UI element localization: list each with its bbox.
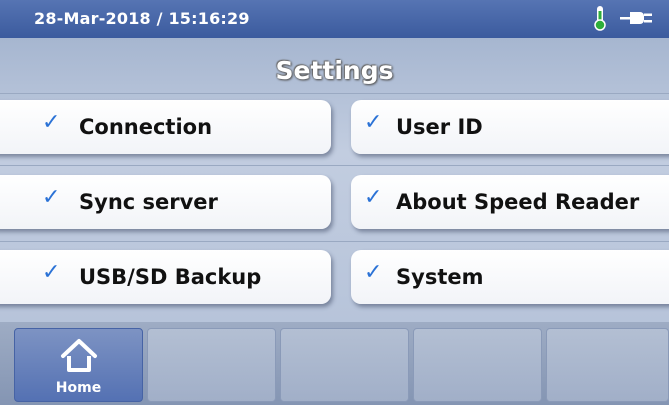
datetime: 28-Mar-2018 / 15:16:29	[34, 9, 250, 28]
check-icon: ✓	[42, 260, 61, 285]
nav-slot-empty	[280, 328, 409, 402]
check-icon: ✓	[364, 260, 383, 285]
user-id-button[interactable]: ✓ User ID	[351, 100, 669, 154]
check-icon: ✓	[42, 110, 61, 135]
usb-sd-backup-label: USB/SD Backup	[79, 265, 262, 289]
user-id-label: User ID	[396, 115, 483, 139]
home-icon	[61, 339, 97, 372]
usb-sd-backup-button[interactable]: ✓ USB/SD Backup	[0, 250, 331, 304]
about-speed-reader-button[interactable]: ✓ About Speed Reader	[351, 175, 669, 229]
check-icon: ✓	[364, 110, 383, 135]
divider	[0, 165, 669, 166]
home-button[interactable]: Home	[14, 328, 143, 402]
connection-button[interactable]: ✓ Connection	[0, 100, 331, 154]
home-label: Home	[55, 380, 102, 396]
check-icon: ✓	[42, 185, 61, 210]
status-bar: 28-Mar-2018 / 15:16:29	[0, 0, 669, 38]
connection-label: Connection	[79, 115, 213, 139]
check-icon: ✓	[364, 185, 383, 210]
sync-server-button[interactable]: ✓ Sync server	[0, 175, 331, 229]
divider	[0, 93, 669, 94]
divider	[0, 241, 669, 242]
thermometer-icon	[594, 6, 606, 31]
page-title: Settings	[275, 56, 394, 85]
system-label: System	[396, 265, 484, 289]
nav-slot-empty	[546, 328, 669, 402]
plug-icon	[620, 12, 652, 24]
sync-server-label: Sync server	[79, 190, 218, 214]
bottom-nav: Home	[0, 322, 669, 405]
nav-slot-empty	[147, 328, 276, 402]
system-button[interactable]: ✓ System	[351, 250, 669, 304]
nav-slot-empty	[413, 328, 542, 402]
about-speed-reader-label: About Speed Reader	[396, 190, 640, 214]
